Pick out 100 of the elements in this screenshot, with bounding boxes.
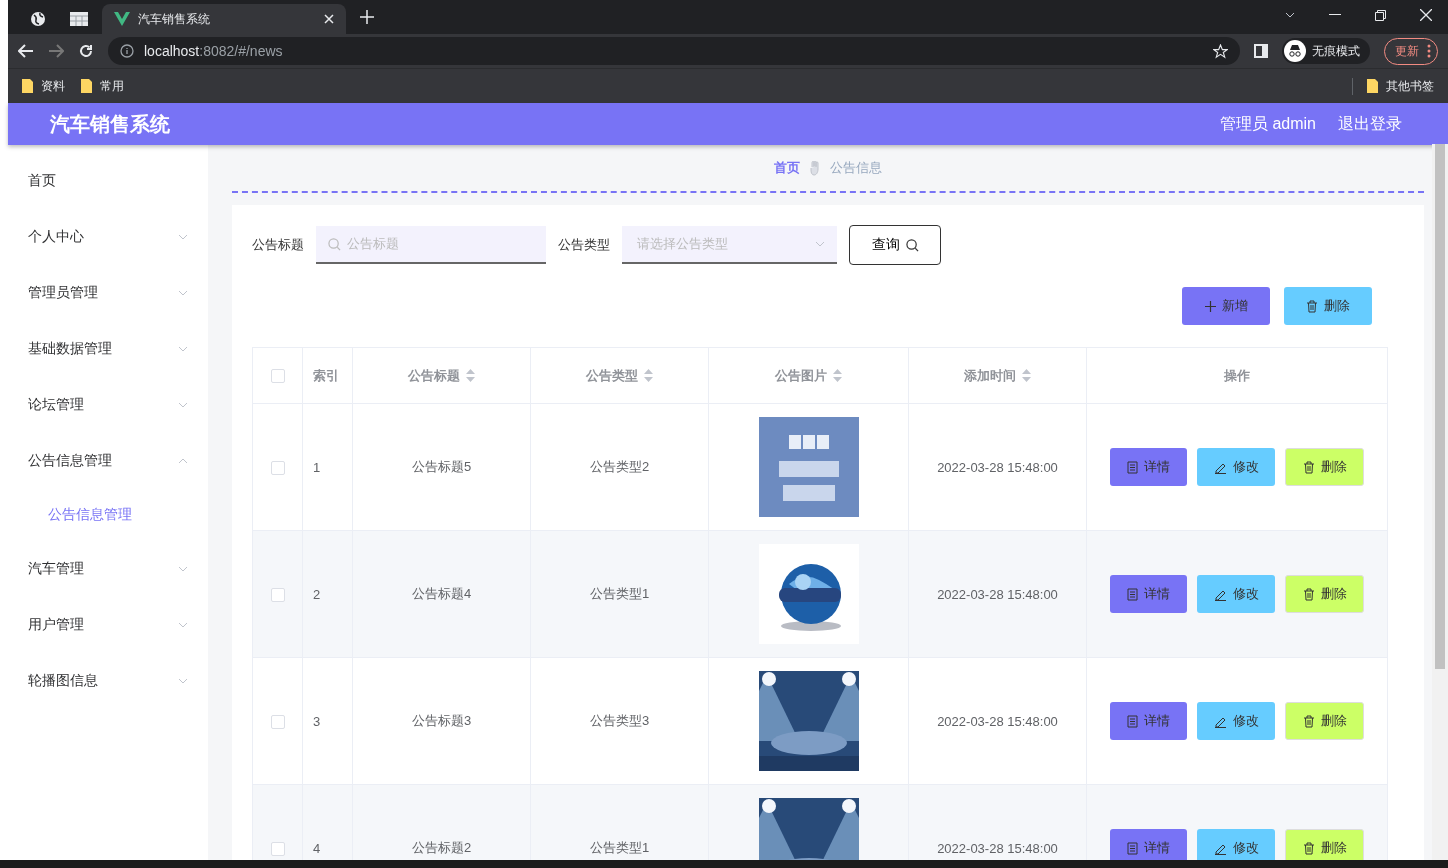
sort-icon[interactable] (644, 369, 653, 382)
logout-link[interactable]: 退出登录 (1338, 113, 1402, 135)
table-cell: 公告标题2 (411, 840, 472, 855)
incognito-icon (1284, 40, 1306, 62)
column-header: 公告类型 (586, 366, 638, 385)
delete-button[interactable]: 删除 (1285, 829, 1364, 860)
reload-icon[interactable] (78, 43, 94, 59)
table-cell: 公告标题5 (411, 459, 472, 474)
menu-item[interactable]: 个人中心 (8, 209, 208, 265)
search-button[interactable]: 查询 (849, 225, 941, 265)
address-bar[interactable]: localhost:8082/#/news (108, 37, 1240, 65)
menu-item[interactable]: 用户管理 (8, 597, 208, 653)
table-cell: 公告标题3 (411, 713, 472, 728)
more-icon (1427, 44, 1431, 58)
star-icon[interactable] (1213, 43, 1228, 59)
chevron-down-icon (178, 234, 188, 240)
delete-button[interactable]: 删除 (1285, 702, 1364, 740)
menu-item[interactable]: 公告信息管理 (8, 433, 208, 489)
document-icon (1127, 841, 1138, 855)
edit-button[interactable]: 修改 (1197, 575, 1275, 613)
v-logo-icon (114, 12, 130, 26)
chevron-down-icon (178, 290, 188, 296)
delete-button[interactable]: 删除 (1285, 575, 1364, 613)
menu-item[interactable]: 轮播图信息 (8, 653, 208, 709)
scrollbar[interactable] (1432, 144, 1448, 860)
table-cell: 3 (313, 713, 321, 729)
row-checkbox[interactable] (270, 587, 285, 602)
trash-icon (1306, 299, 1318, 313)
incognito-badge[interactable]: 无痕模式 (1282, 38, 1370, 64)
table-cell: 2022-03-28 15:48:00 (937, 713, 1058, 729)
menu-item[interactable]: 汽车管理 (8, 541, 208, 597)
column-header: 操作 (1224, 366, 1250, 385)
table-cell: 4 (313, 840, 321, 856)
table-icon (70, 12, 88, 26)
sort-icon[interactable] (833, 369, 842, 382)
back-icon[interactable] (18, 44, 34, 58)
select-all-checkbox[interactable] (270, 369, 285, 384)
edit-button[interactable]: 修改 (1197, 702, 1275, 740)
folder-icon (1367, 79, 1378, 93)
sort-icon[interactable] (1022, 369, 1031, 382)
trash-icon (1302, 460, 1315, 474)
chevron-down-icon (178, 622, 188, 628)
tab-list-icon (1285, 12, 1295, 18)
add-button[interactable]: 新增 (1182, 287, 1270, 325)
table-cell: 2022-03-28 15:48:00 (937, 840, 1058, 856)
delete-button[interactable]: 删除 (1284, 287, 1372, 325)
chevron-down-icon (178, 566, 188, 572)
edit-button[interactable]: 修改 (1197, 829, 1275, 860)
sort-icon[interactable] (466, 369, 475, 382)
chevron-down-icon (178, 678, 188, 684)
row-checkbox[interactable] (270, 460, 285, 475)
search-icon (328, 237, 341, 251)
menu-item[interactable]: 管理员管理 (8, 265, 208, 321)
restore-icon[interactable] (1375, 9, 1386, 21)
document-icon (1127, 587, 1138, 601)
delete-button[interactable]: 删除 (1285, 448, 1364, 486)
menu-item[interactable]: 首页 (8, 153, 208, 209)
hand-icon (810, 160, 820, 176)
globe-icon (30, 11, 46, 27)
breadcrumb-item: 公告信息 (830, 159, 882, 177)
table-cell: 公告类型1 (589, 840, 650, 855)
bookmark[interactable]: 资料 (22, 77, 65, 95)
field-label: 公告类型 (558, 236, 610, 254)
column-header: 公告图片 (775, 366, 827, 385)
side-panel-icon[interactable] (1254, 44, 1268, 58)
table-cell: 公告标题4 (411, 586, 472, 601)
table-cell: 2022-03-28 15:48:00 (937, 586, 1058, 602)
folder-icon (22, 79, 33, 93)
column-header: 公告标题 (408, 366, 460, 385)
chevron-up-icon (178, 458, 188, 464)
row-checkbox[interactable] (270, 714, 285, 729)
table-cell: 公告类型1 (589, 586, 650, 601)
column-header: 索引 (313, 366, 339, 385)
table-cell: 2 (313, 586, 321, 602)
scrollbar-thumb[interactable] (1435, 144, 1445, 669)
browser-tab[interactable]: 汽车销售系统 (102, 4, 346, 34)
submenu-item[interactable]: 公告信息管理 (8, 489, 208, 541)
trash-icon (1302, 714, 1315, 728)
breadcrumb-item[interactable]: 首页 (774, 159, 800, 177)
menu-item[interactable]: 论坛管理 (8, 377, 208, 433)
search-icon (905, 238, 919, 252)
close-icon[interactable] (1420, 9, 1432, 21)
info-icon (120, 44, 134, 58)
document-icon (1127, 714, 1138, 728)
bookmark[interactable]: 其他书签 (1352, 77, 1434, 95)
forward-icon[interactable] (48, 44, 64, 58)
new-tab-icon[interactable] (360, 10, 374, 24)
table-cell: 公告类型2 (589, 459, 650, 474)
edit-button[interactable]: 修改 (1197, 448, 1275, 486)
bookmark[interactable]: 常用 (81, 77, 124, 95)
table-cell: 2022-03-28 15:48:00 (937, 459, 1058, 475)
minimize-icon[interactable] (1329, 14, 1341, 16)
menu-item[interactable]: 基础数据管理 (8, 321, 208, 377)
plus-icon (1204, 300, 1216, 312)
field-label: 公告标题 (252, 236, 304, 254)
chevron-down-icon (178, 402, 188, 408)
row-checkbox[interactable] (270, 841, 285, 856)
chevron-down-icon (815, 241, 825, 247)
user-label: 管理员 admin (1219, 113, 1316, 134)
close-icon[interactable] (324, 14, 334, 24)
